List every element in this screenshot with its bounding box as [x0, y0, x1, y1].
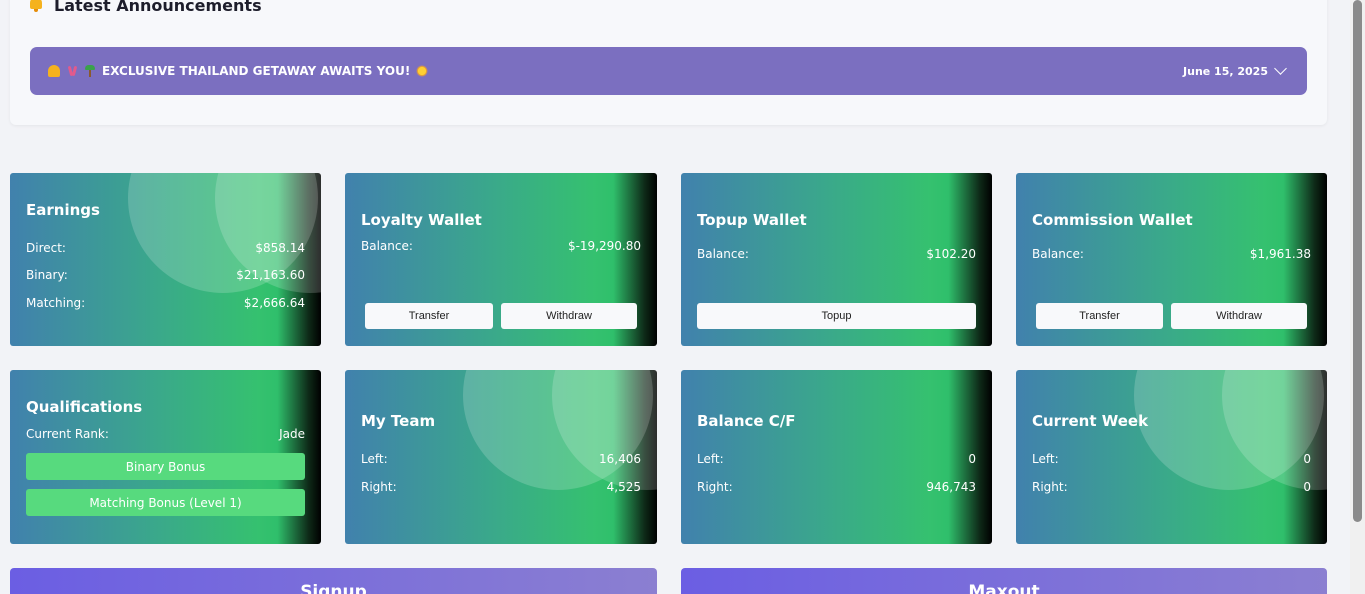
earnings-row-binary: Binary: $21,163.60: [26, 268, 305, 282]
left-label: Left:: [361, 452, 388, 466]
balance-label: Balance:: [697, 247, 749, 261]
earnings-title: Earnings: [26, 201, 100, 219]
week-left-row: Left: 0: [1032, 452, 1311, 466]
announcements-title: Latest Announcements: [54, 0, 262, 15]
balance-cf-card: Balance C/F Left: 0 Right: 946,743: [681, 370, 992, 544]
current-rank-row: Current Rank: Jade: [26, 427, 305, 441]
earnings-row-direct: Direct: $858.14: [26, 241, 305, 255]
matching-bonus-badge: Matching Bonus (Level 1): [26, 489, 305, 516]
balance-cf-title: Balance C/F: [697, 412, 796, 430]
rank-value: Jade: [279, 427, 305, 441]
loyalty-balance-row: Balance: $-19,290.80: [361, 239, 641, 253]
left-label: Left:: [1032, 452, 1059, 466]
balance-label: Balance:: [361, 239, 413, 253]
signup-card[interactable]: Signup: [10, 568, 657, 594]
current-week-title: Current Week: [1032, 412, 1149, 430]
chevron-down-icon[interactable]: [1274, 62, 1287, 75]
rank-label: Current Rank:: [26, 427, 109, 441]
topup-wallet-card: Topup Wallet Balance: $102.20 Topup: [681, 173, 992, 346]
balance-value: $1,961.38: [1249, 247, 1311, 261]
maxout-card[interactable]: Maxout: [681, 568, 1327, 594]
loyalty-withdraw-button[interactable]: Withdraw: [501, 303, 637, 329]
right-value: 0: [1303, 480, 1311, 494]
topup-button[interactable]: Topup: [697, 303, 976, 329]
balance-right-row: Right: 946,743: [697, 480, 976, 494]
announcement-headline: EXCLUSIVE THAILAND GETAWAY AWAITS YOU!: [48, 64, 429, 78]
qualifications-card: Qualifications Current Rank: Jade Binary…: [10, 370, 321, 544]
right-label: Right:: [1032, 480, 1068, 494]
current-week-card: Current Week Left: 0 Right: 0: [1016, 370, 1327, 544]
my-team-title: My Team: [361, 412, 436, 430]
right-value: 946,743: [926, 480, 976, 494]
commission-balance-row: Balance: $1,961.38: [1032, 247, 1311, 261]
announcements-header: Latest Announcements: [28, 0, 262, 16]
commission-wallet-card: Commission Wallet Balance: $1,961.38 Tra…: [1016, 173, 1327, 346]
balance-value: $-19,290.80: [567, 239, 641, 253]
my-team-card: My Team Left: 16,406 Right: 4,525: [345, 370, 657, 544]
topup-balance-row: Balance: $102.20: [697, 247, 976, 261]
team-right-row: Right: 4,525: [361, 480, 641, 494]
balance-label: Balance:: [1032, 247, 1084, 261]
binary-bonus-badge: Binary Bonus: [26, 453, 305, 480]
earnings-value: $21,163.60: [236, 268, 305, 282]
bell-icon: [28, 0, 44, 13]
bell-emoji-icon: [48, 65, 60, 77]
left-value: 0: [968, 452, 976, 466]
left-label: Left:: [697, 452, 724, 466]
palm-tree-icon: [84, 65, 96, 77]
balance-value: $102.20: [926, 247, 976, 261]
earnings-row-matching: Matching: $2,666.64: [26, 296, 305, 310]
loyalty-wallet-title: Loyalty Wallet: [361, 211, 482, 229]
qualifications-title: Qualifications: [26, 398, 143, 416]
earnings-card: Earnings Direct: $858.14 Binary: $21,163…: [10, 173, 321, 346]
sun-icon: [416, 65, 429, 77]
balance-left-row: Left: 0: [697, 452, 976, 466]
topup-wallet-title: Topup Wallet: [697, 211, 807, 229]
loyalty-transfer-button[interactable]: Transfer: [365, 303, 493, 329]
announcement-date: June 15, 2025: [1183, 64, 1268, 78]
announcement-item[interactable]: EXCLUSIVE THAILAND GETAWAY AWAITS YOU! J…: [30, 47, 1307, 95]
commission-wallet-title: Commission Wallet: [1032, 211, 1193, 229]
commission-transfer-button[interactable]: Transfer: [1036, 303, 1163, 329]
team-left-row: Left: 16,406: [361, 452, 641, 466]
announcement-meta[interactable]: June 15, 2025: [1183, 62, 1287, 78]
right-value: 4,525: [606, 480, 641, 494]
earnings-value: $2,666.64: [243, 296, 305, 310]
left-value: 0: [1303, 452, 1311, 466]
earnings-label: Binary:: [26, 268, 68, 282]
scrollbar-thumb[interactable]: [1353, 0, 1362, 522]
right-label: Right:: [697, 480, 733, 494]
left-value: 16,406: [599, 452, 641, 466]
announcement-text: EXCLUSIVE THAILAND GETAWAY AWAITS YOU!: [102, 64, 411, 78]
legs-emoji-icon: [66, 65, 78, 77]
earnings-label: Matching:: [26, 296, 86, 310]
week-right-row: Right: 0: [1032, 480, 1311, 494]
right-label: Right:: [361, 480, 397, 494]
earnings-label: Direct:: [26, 241, 66, 255]
commission-withdraw-button[interactable]: Withdraw: [1171, 303, 1307, 329]
loyalty-wallet-card: Loyalty Wallet Balance: $-19,290.80 Tran…: [345, 173, 657, 346]
earnings-value: $858.14: [255, 241, 305, 255]
